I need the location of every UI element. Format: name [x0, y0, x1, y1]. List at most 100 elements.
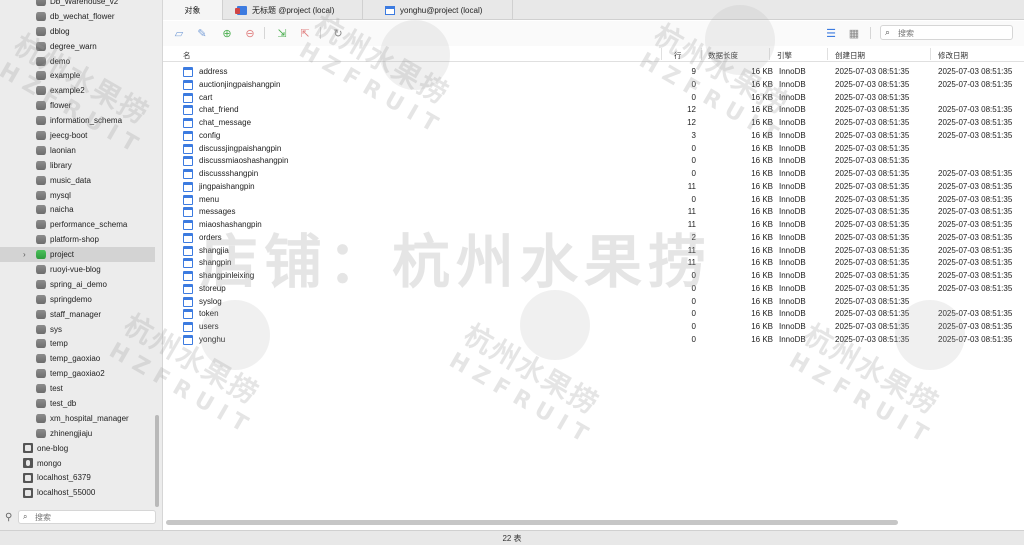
grid-view-button[interactable]: ▦ [847, 26, 861, 40]
sidebar-item-test-db[interactable]: test_db [0, 396, 155, 411]
table-row[interactable]: discussmiaoshashangpin 0 16 KB InnoDB 2025-0… [163, 155, 1024, 168]
tab-label: 对象 [184, 5, 201, 15]
table-row[interactable]: chat_friend 12 16 KB InnoDB 2025-07-03 08:51… [163, 104, 1024, 117]
design-table-button[interactable]: ✎ [195, 26, 209, 40]
sidebar-item-xm-hospital-manager[interactable]: xm_hospital_manager [0, 411, 155, 426]
table-row[interactable]: cart 0 16 KB InnoDB 2025-07-03 08:51:35 [163, 92, 1024, 105]
sidebar-item-degree-warn[interactable]: degree_warn [0, 39, 155, 54]
sidebar-item-zhinengjiaju[interactable]: zhinengjiaju [0, 426, 155, 441]
sidebar-item-mongo[interactable]: mongo [0, 456, 155, 471]
new-table-button[interactable]: ⊕ [220, 26, 234, 40]
sidebar-item-jeecg-boot[interactable]: jeecg-boot [0, 128, 155, 143]
table-row[interactable]: config 3 16 KB InnoDB 2025-07-03 08:51:35 202… [163, 130, 1024, 143]
created-date: 2025-07-03 08:51:35 [835, 130, 910, 140]
chevron-right-icon[interactable]: › [23, 250, 26, 259]
table-row[interactable]: shangpin 11 16 KB InnoDB 2025-07-03 08:51:35… [163, 257, 1024, 270]
column-header-engine[interactable]: 引擎 [777, 50, 792, 61]
object-search-box[interactable]: ⌕ [880, 25, 1013, 40]
engine: InnoDB [779, 271, 806, 280]
table-row[interactable]: shangjia 11 16 KB InnoDB 2025-07-03 08:51:35… [163, 245, 1024, 258]
sidebar-item-springdemo[interactable]: springdemo [0, 292, 155, 307]
sidebar-item-example2[interactable]: example2 [0, 83, 155, 98]
table-icon [183, 245, 193, 256]
tab-untitled-query[interactable]: 无标题 @project (local) [223, 0, 363, 20]
sidebar-item-flower[interactable]: flower [0, 98, 155, 113]
table-row[interactable]: yonghu 0 16 KB InnoDB 2025-07-03 08:51:35 202… [163, 334, 1024, 347]
sidebar-item-dblog[interactable]: dblog [0, 24, 155, 39]
sidebar-item-information-schema[interactable]: information_schema [0, 113, 155, 128]
table-row[interactable]: token 0 16 KB InnoDB 2025-07-03 08:51:35 2025… [163, 308, 1024, 321]
sidebar-item-localhost-55000[interactable]: localhost_55000 [0, 485, 155, 500]
row-count: 0 [691, 309, 696, 319]
column-header-rows[interactable]: 行 [674, 50, 682, 61]
table-row[interactable]: discussshangpin 0 16 KB InnoDB 2025-07-03 08… [163, 168, 1024, 181]
sidebar-item-staff-manager[interactable]: staff_manager [0, 307, 155, 322]
tab-label: 无标题 @project (local) [252, 5, 335, 15]
sidebar-item-music-data[interactable]: music_data [0, 173, 155, 188]
column-divider [769, 48, 770, 60]
sidebar-item-temp[interactable]: temp [0, 336, 155, 351]
column-header-name[interactable]: 名 [183, 50, 191, 61]
open-table-button[interactable]: ▱ [172, 26, 186, 40]
sidebar-item-platform-shop[interactable]: platform-shop [0, 232, 155, 247]
sidebar: Db_Warehouse_v2 db_wechat_flower dblog degr… [0, 0, 163, 530]
sidebar-item-sys[interactable]: sys [0, 322, 155, 337]
table-name: shangjia [199, 245, 229, 255]
engine: InnoDB [779, 334, 806, 344]
sidebar-item-label: localhost_6379 [37, 473, 91, 483]
sidebar-search-input[interactable] [35, 512, 145, 522]
delete-table-button[interactable]: ⊖ [243, 26, 257, 40]
sidebar-item-naicha[interactable]: naicha [0, 202, 155, 217]
table-row[interactable]: address 9 16 KB InnoDB 2025-07-03 08:51:35 20… [163, 66, 1024, 79]
object-search-input[interactable] [898, 28, 1008, 38]
sidebar-item-db-wechat-flower[interactable]: db_wechat_flower [0, 9, 155, 24]
sidebar-item-performance-schema[interactable]: performance_schema [0, 217, 155, 232]
table-row[interactable]: shangpinleixing 0 16 KB InnoDB 2025-07-03 08… [163, 270, 1024, 283]
table-row[interactable]: auctionjingpaishangpin 0 16 KB InnoDB 2025-0… [163, 79, 1024, 92]
sidebar-item-example[interactable]: example [0, 68, 155, 83]
refresh-button[interactable]: ↻ [331, 26, 345, 40]
sidebar-item-test[interactable]: test [0, 381, 155, 396]
column-header-data-length[interactable]: 数据长度 [708, 50, 738, 61]
sidebar-item-laonian[interactable]: laonian [0, 143, 155, 158]
column-header-created[interactable]: 创建日期 [835, 50, 865, 61]
sidebar-item-ruoyi-vue-blog[interactable]: ruoyi-vue-blog [0, 262, 155, 277]
table-icon [183, 156, 193, 167]
table-row[interactable]: jingpaishangpin 11 16 KB InnoDB 2025-07-03 0… [163, 181, 1024, 194]
sidebar-item-one-blog[interactable]: one-blog [0, 441, 155, 456]
sidebar-item-temp-gaoxiao2[interactable]: temp_gaoxiao2 [0, 366, 155, 381]
import-button[interactable]: ⇲ [275, 26, 289, 40]
export-button[interactable]: ⇱ [298, 26, 312, 40]
sidebar-item-mysql[interactable]: mysql [0, 188, 155, 203]
filter-icon[interactable]: ⚲ [5, 512, 12, 523]
table-row[interactable]: messages 11 16 KB InnoDB 2025-07-03 08:51:35… [163, 206, 1024, 219]
sidebar-item-spring-ai-demo[interactable]: spring_ai_demo [0, 277, 155, 292]
table-name: orders [199, 232, 222, 242]
modified-date: 2025-07-03 08:51:35 [938, 118, 1013, 127]
tab-yonghu-table[interactable]: yonghu@project (local) [363, 0, 513, 20]
list-view-button[interactable]: ☰ [824, 26, 838, 40]
sidebar-item-localhost-6379[interactable]: localhost_6379 [0, 471, 155, 486]
table-row[interactable]: syslog 0 16 KB InnoDB 2025-07-03 08:51:35 [163, 296, 1024, 309]
database-icon [36, 294, 46, 304]
table-name: storeup [199, 283, 226, 293]
table-row[interactable]: orders 2 16 KB InnoDB 2025-07-03 08:51:35 202… [163, 232, 1024, 245]
sidebar-search-box[interactable]: ⌕ [18, 510, 156, 524]
sidebar-item-library[interactable]: library [0, 158, 155, 173]
tab-objects[interactable]: 对象 [163, 0, 223, 20]
sidebar-item-demo[interactable]: demo [0, 54, 155, 69]
sidebar-scrollbar[interactable] [155, 415, 159, 507]
table-row[interactable]: menu 0 16 KB InnoDB 2025-07-03 08:51:35 2025-… [163, 194, 1024, 207]
table-row[interactable]: miaoshashangpin 11 16 KB InnoDB 2025-07-03 0… [163, 219, 1024, 232]
sidebar-item-temp-gaoxiao[interactable]: temp_gaoxiao [0, 351, 155, 366]
column-header-modified[interactable]: 修改日期 [938, 50, 968, 61]
sidebar-item-project[interactable]: › project [0, 247, 155, 263]
sidebar-item-db-warehouse-v2[interactable]: Db_Warehouse_v2 [0, 0, 155, 9]
plus-circle-icon: ⊕ [222, 27, 232, 40]
horizontal-scrollbar[interactable] [166, 520, 898, 525]
table-row[interactable]: storeup 0 16 KB InnoDB 2025-07-03 08:51:35 20… [163, 283, 1024, 296]
table-row[interactable]: chat_message 12 16 KB InnoDB 2025-07-03 08:5… [163, 117, 1024, 130]
table-row[interactable]: users 0 16 KB InnoDB 2025-07-03 08:51:35 2025… [163, 321, 1024, 334]
table-row[interactable]: discussjingpaishangpin 0 16 KB InnoDB 2025-0… [163, 143, 1024, 156]
database-list: Db_Warehouse_v2 db_wechat_flower dblog degr… [0, 0, 155, 500]
